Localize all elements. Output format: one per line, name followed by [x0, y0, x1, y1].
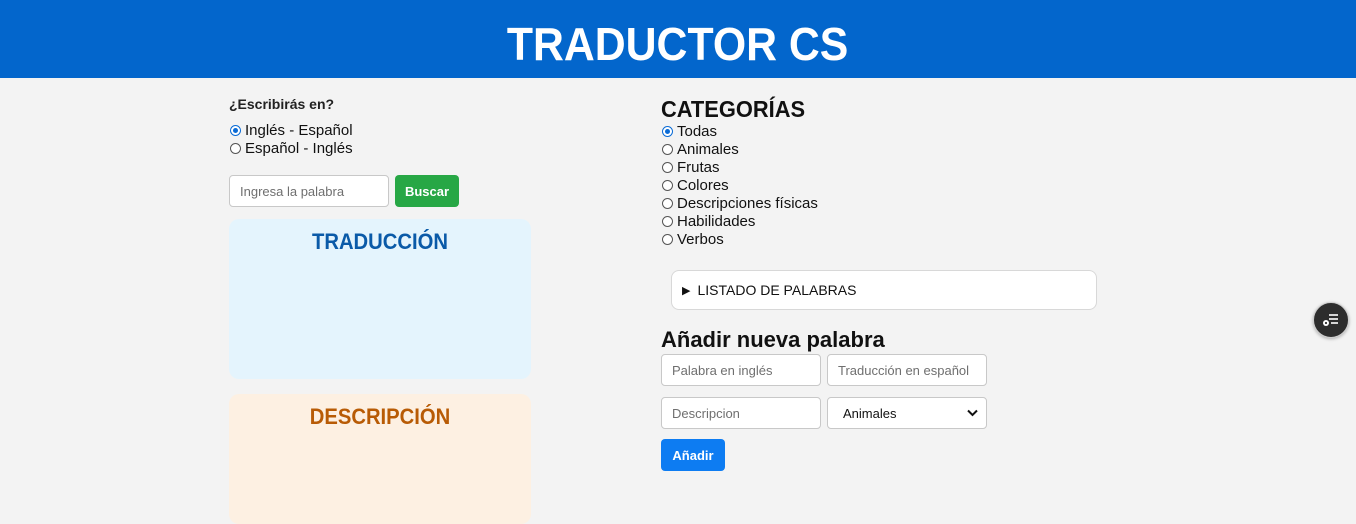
word-list-label: LISTADO DE PALABRAS: [697, 282, 857, 298]
radio-button[interactable]: [662, 215, 673, 227]
category-label: Verbos: [677, 230, 724, 248]
category-frutas[interactable]: Frutas: [661, 158, 1101, 176]
radio-button[interactable]: [662, 143, 673, 155]
category-label: Todas: [677, 122, 718, 140]
add-word-title: Añadir nueva palabra: [661, 327, 885, 352]
triangle-right-icon: ▶: [682, 284, 691, 297]
form-row: Palabra en inglés Traducción en español: [661, 354, 993, 386]
radio-button[interactable]: [662, 233, 673, 245]
description-panel: DESCRIPCIÓN: [229, 394, 531, 524]
radio-button[interactable]: [662, 197, 673, 209]
description-title: DESCRIPCIÓN: [309, 404, 451, 429]
category-label: Habilidades: [677, 212, 756, 230]
category-label: Frutas: [677, 158, 720, 176]
app-title: TRADUCTOR CS: [507, 18, 849, 70]
category-habilidades[interactable]: Habilidades: [661, 212, 1101, 230]
radio-button[interactable]: [230, 124, 241, 136]
add-word-form: Palabra en inglés Traducción en español …: [661, 354, 993, 471]
categories-title: CATEGORÍAS: [661, 96, 806, 122]
radio-button[interactable]: [662, 179, 673, 191]
spanish-translation-input[interactable]: Traducción en español: [827, 354, 987, 386]
translation-title: TRADUCCIÓN: [311, 229, 449, 254]
chevron-down-icon: [967, 406, 978, 420]
categories-list: Todas Animales Frutas Colores Descripcio…: [661, 122, 1101, 248]
category-label: Colores: [677, 176, 729, 194]
category-label: Animales: [677, 140, 739, 158]
category-select[interactable]: Animales: [827, 397, 987, 429]
description-input[interactable]: Descripcion: [661, 397, 821, 429]
category-select-value: Animales: [843, 405, 897, 421]
english-word-input[interactable]: Palabra en inglés: [661, 354, 821, 386]
search-button[interactable]: Buscar: [395, 175, 459, 207]
translation-panel: TRADUCCIÓN: [229, 219, 531, 379]
word-list-toggle[interactable]: ▶ LISTADO DE PALABRAS: [671, 270, 1097, 310]
add-word-button[interactable]: Añadir: [661, 439, 725, 471]
category-label: Descripciones físicas: [677, 194, 818, 212]
direction-option-es-en[interactable]: Español - Inglés: [229, 139, 539, 157]
category-descripciones-fisicas[interactable]: Descripciones físicas: [661, 194, 1101, 212]
radio-button[interactable]: [230, 142, 241, 154]
radio-button[interactable]: [662, 161, 673, 173]
direction-option-label: Inglés - Español: [245, 121, 353, 139]
direction-option-en-es[interactable]: Inglés - Español: [229, 121, 539, 139]
search-row: Ingresa la palabra Buscar: [229, 175, 539, 207]
category-animales[interactable]: Animales: [661, 140, 1101, 158]
list-settings-icon[interactable]: [1313, 302, 1349, 338]
direction-section: ¿Escribirás en? Inglés - Español Español…: [229, 96, 539, 207]
form-row: Descripcion Animales: [661, 397, 993, 429]
categories-section: CATEGORÍAS Todas Animales Frutas Colores…: [661, 96, 1101, 248]
category-colores[interactable]: Colores: [661, 176, 1101, 194]
app-header: TRADUCTOR CS: [0, 0, 1356, 78]
direction-question: ¿Escribirás en?: [229, 96, 335, 112]
radio-button[interactable]: [662, 125, 673, 137]
category-todas[interactable]: Todas: [661, 122, 1101, 140]
direction-option-label: Español - Inglés: [245, 139, 353, 157]
category-verbos[interactable]: Verbos: [661, 230, 1101, 248]
search-input[interactable]: Ingresa la palabra: [229, 175, 389, 207]
